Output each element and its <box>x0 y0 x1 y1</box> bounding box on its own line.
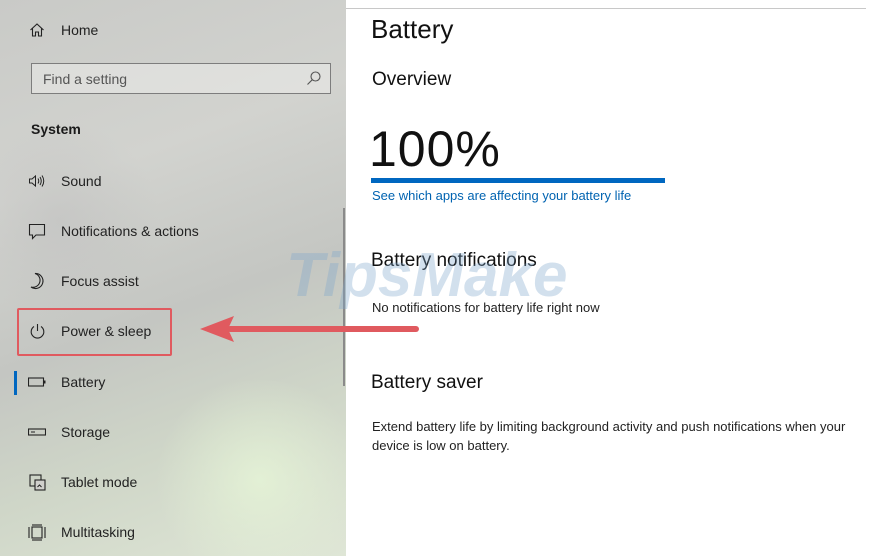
top-divider <box>346 8 866 9</box>
sidebar-item-sound[interactable]: Sound <box>0 161 346 201</box>
sidebar-item-label: Sound <box>61 173 102 189</box>
battery-level-bar <box>371 178 665 183</box>
sidebar-item-label: Battery <box>61 374 106 390</box>
home-icon <box>27 20 47 40</box>
sidebar-item-label: Focus assist <box>61 273 139 289</box>
sidebar-item-label: Tablet mode <box>61 474 138 490</box>
battery-percentage: 100% <box>369 121 501 177</box>
watermark-text: TipsMake <box>286 241 567 310</box>
battery-apps-link[interactable]: See which apps are affecting your batter… <box>372 188 631 203</box>
notification-icon <box>27 221 47 241</box>
sidebar-item-multitasking[interactable]: Multitasking <box>0 512 346 552</box>
overview-heading: Overview <box>372 69 452 90</box>
multitasking-icon <box>27 522 47 542</box>
battery-icon <box>27 372 47 392</box>
nav-home[interactable]: Home <box>0 10 346 50</box>
battery-level-fill <box>371 178 665 183</box>
nav-home-label: Home <box>61 22 99 38</box>
sidebar-item-storage[interactable]: Storage <box>0 412 346 452</box>
sidebar-item-label: Notifications & actions <box>61 223 199 239</box>
annotation-arrow <box>200 316 419 342</box>
storage-icon <box>27 422 47 442</box>
tipsmake-watermark: TipsMake <box>286 241 567 310</box>
search-icon[interactable] <box>306 70 322 91</box>
sidebar-item-label: Multitasking <box>61 524 135 540</box>
search-field[interactable] <box>31 63 331 94</box>
annotation-highlight-box <box>17 308 172 356</box>
sidebar-item-tablet-mode[interactable]: Tablet mode <box>0 462 346 502</box>
sidebar-item-label: Storage <box>61 424 111 440</box>
tablet-mode-icon <box>27 472 47 492</box>
search-input[interactable] <box>32 64 292 93</box>
moon-icon <box>27 271 47 291</box>
battery-saver-description: Extend battery life by limiting backgrou… <box>372 419 846 453</box>
page-title: Battery <box>371 14 454 44</box>
battery-saver-heading: Battery saver <box>371 372 483 393</box>
section-title: System <box>31 121 81 137</box>
sidebar-item-battery[interactable]: Battery <box>0 362 346 402</box>
speaker-icon <box>27 171 47 191</box>
